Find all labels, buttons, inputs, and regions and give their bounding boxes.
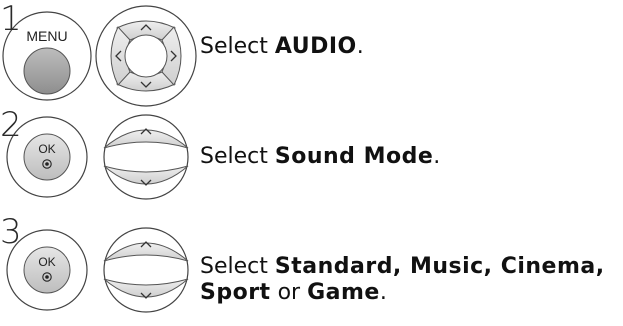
instruction-prefix: Select [200,254,275,279]
instruction-highlight-game: Game [307,280,380,305]
step-2-up-down-pad [103,114,189,200]
step-number-3: 3 [0,212,22,252]
instruction-line-2: Sport or Game. [200,280,605,306]
instruction-prefix: Select [200,34,275,59]
instruction-suffix: . [433,144,441,169]
instruction-highlight-modes: Standard, Music, Cinema, [274,254,605,279]
instruction-highlight-sport: Sport [200,280,271,305]
instruction-line-1: Select Standard, Music, Cinema, [200,254,605,280]
instruction-highlight: Sound Mode [274,144,434,169]
instruction-prefix: Select [200,144,275,169]
step-1-navigation-pad [95,5,197,107]
ok-button-label: OK [38,255,55,269]
step-3-instruction: Select Standard, Music, Cinema, Sport or… [200,254,605,306]
step-2-instruction: Select Sound Mode. [200,144,440,170]
ok-button-label: OK [38,142,55,156]
instruction-suffix: . [356,34,364,59]
step-number-1: 1 [0,0,22,39]
instruction-highlight: AUDIO [274,34,357,59]
step-number-2: 2 [0,105,22,145]
menu-button-label: MENU [26,28,67,44]
step-1-instruction: Select AUDIO. [200,34,364,60]
instruction-connector: or [270,280,308,305]
instruction-suffix: . [379,280,387,305]
step-3-up-down-pad [103,227,189,313]
